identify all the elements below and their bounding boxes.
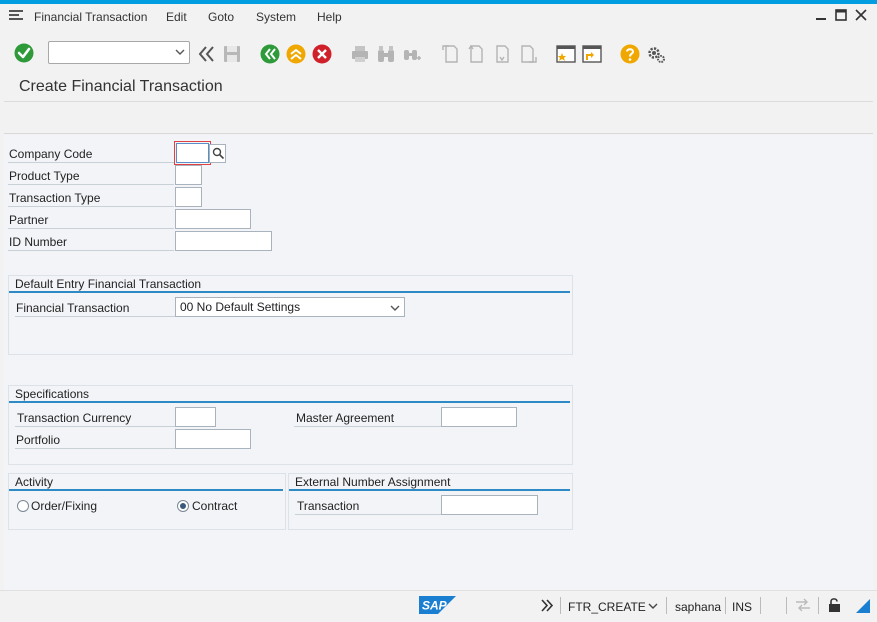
group-title-line (9, 401, 570, 403)
radio-order-fixing[interactable] (17, 500, 29, 512)
transaction-type-label: Transaction Type (9, 191, 101, 205)
specifications-title: Specifications (15, 387, 90, 401)
menu-system[interactable]: System (256, 10, 296, 24)
page-title: Create Financial Transaction (19, 78, 223, 95)
search-icon (212, 147, 225, 160)
svg-text:SAP: SAP (422, 599, 448, 613)
dropdown-selected-value: 00 No Default Settings (180, 300, 301, 314)
enter-check-icon[interactable] (14, 43, 34, 63)
master-agreement-label: Master Agreement (296, 411, 395, 425)
value-help-button[interactable] (209, 144, 226, 163)
radio-contract[interactable] (177, 500, 189, 512)
financial-transaction-label: Financial Transaction (16, 301, 130, 315)
menu-icon[interactable] (9, 10, 23, 21)
activity-title: Activity (15, 475, 54, 489)
print-icon[interactable] (350, 44, 370, 64)
id-number-input[interactable] (175, 231, 272, 251)
double-chevron-left-icon[interactable] (196, 44, 216, 64)
sap-logo: SAP (419, 596, 456, 614)
transaction-type-input[interactable] (175, 187, 202, 207)
chevron-down-icon[interactable] (175, 47, 185, 57)
transaction-currency-input[interactable] (175, 407, 216, 427)
label-underline (8, 162, 174, 163)
menu-goto[interactable]: Goto (208, 10, 234, 24)
status-separator (818, 597, 819, 614)
help-icon[interactable] (620, 44, 640, 64)
contract-label[interactable]: Contract (192, 499, 237, 513)
chevron-down-icon (390, 305, 400, 311)
find-icon[interactable] (376, 44, 396, 64)
partner-input[interactable] (175, 209, 251, 229)
next-page-icon[interactable] (492, 44, 512, 64)
label-underline (294, 426, 441, 427)
transaction-currency-label: Transaction Currency (17, 411, 132, 425)
menu-edit[interactable]: Edit (166, 10, 187, 24)
connection-icon (796, 598, 810, 612)
previous-page-icon[interactable] (466, 44, 486, 64)
product-type-label: Product Type (9, 169, 80, 183)
status-separator (725, 597, 726, 614)
label-underline (15, 426, 175, 427)
portfolio-label: Portfolio (16, 433, 61, 447)
minimize-icon[interactable] (815, 9, 827, 21)
status-separator (666, 597, 667, 614)
label-underline (8, 250, 174, 251)
label-underline (15, 316, 175, 317)
chevron-down-icon[interactable] (648, 601, 658, 611)
menu-help[interactable]: Help (317, 10, 342, 24)
group-title-line (9, 291, 570, 293)
resize-grip-icon[interactable] (856, 599, 870, 613)
master-agreement-input[interactable] (441, 407, 517, 427)
label-underline (295, 514, 441, 515)
label-underline (8, 206, 174, 207)
command-input[interactable] (49, 42, 169, 63)
save-icon[interactable] (222, 44, 242, 64)
command-field[interactable] (48, 41, 190, 64)
label-underline (8, 184, 174, 185)
id-number-label: ID Number (9, 235, 68, 249)
order-fixing-label[interactable]: Order/Fixing (31, 499, 97, 513)
user-name: saphana (675, 600, 722, 614)
status-separator (760, 597, 761, 614)
product-type-input[interactable] (175, 165, 202, 185)
generate-shortcut-icon[interactable] (582, 44, 602, 64)
close-icon[interactable] (855, 9, 867, 21)
label-underline (15, 448, 175, 449)
gear-icon[interactable] (646, 44, 666, 64)
transaction-code: FTR_CREATE (568, 600, 646, 614)
transaction-label: Transaction (297, 499, 360, 513)
maximize-icon[interactable] (835, 9, 847, 21)
lock-icon[interactable] (828, 597, 843, 613)
insert-mode: INS (732, 600, 753, 614)
menu-financial-transaction[interactable]: Financial Transaction (34, 10, 147, 24)
company-code-label: Company Code (9, 147, 93, 161)
first-page-icon[interactable] (440, 44, 460, 64)
cancel-icon[interactable] (312, 44, 332, 64)
create-session-icon[interactable] (556, 44, 576, 64)
double-chevron-right-icon[interactable] (540, 599, 554, 612)
title-divider (4, 101, 873, 102)
company-code-input[interactable] (176, 143, 209, 163)
group-title-line (289, 489, 570, 491)
default-entry-title: Default Entry Financial Transaction (15, 277, 202, 291)
status-separator (560, 597, 561, 614)
find-next-icon[interactable] (402, 44, 422, 64)
portfolio-input[interactable] (175, 429, 251, 449)
financial-transaction-dropdown[interactable]: 00 No Default Settings (175, 297, 405, 317)
external-number-title: External Number Assignment (295, 475, 451, 489)
group-title-line (9, 489, 283, 491)
transaction-input[interactable] (441, 495, 538, 515)
partner-label: Partner (9, 213, 49, 227)
status-separator (786, 597, 787, 614)
exit-icon[interactable] (286, 44, 306, 64)
last-page-icon[interactable] (518, 44, 538, 64)
label-underline (8, 228, 174, 229)
back-icon[interactable] (260, 44, 280, 64)
